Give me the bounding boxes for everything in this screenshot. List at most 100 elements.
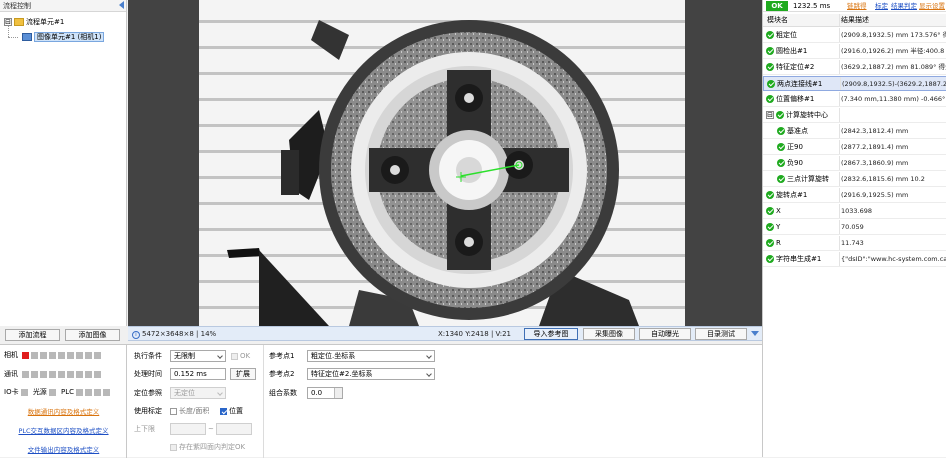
result-row[interactable]: 负90 (2867.3,1860.9) mm: [763, 156, 946, 171]
result-module-label: 基准点: [787, 127, 808, 135]
result-row[interactable]: 旋转点#1 (2916.9,1925.5) mm: [763, 188, 946, 203]
status-indicator: [67, 351, 74, 359]
combo-coef-label: 组合系数: [269, 389, 297, 397]
upper-limit-field[interactable]: [216, 423, 252, 435]
limit-label: 上下限: [134, 425, 155, 433]
comm-status-row: 通讯: [4, 369, 101, 379]
in-frame-checkbox[interactable]: 存在紫四面内判定OK: [170, 441, 245, 453]
lower-limit-field[interactable]: [170, 423, 206, 435]
result-value-cell: (2832.6,1815.6) mm 10.2: [841, 175, 925, 183]
io-status-panel: 相机 通讯 IO卡 光源 PLC 数据通讯内容及格式定义 PLC交互数据区内容及…: [0, 345, 127, 458]
result-row[interactable]: Y 70.059: [763, 220, 946, 235]
pos-ref-select[interactable]: 无定位: [170, 387, 226, 399]
status-indicator: [85, 370, 92, 378]
ref2-select[interactable]: 特征定位#2.坐标系: [307, 368, 435, 380]
tree-toggle-icon[interactable]: ⊟: [4, 18, 12, 26]
info-icon: i: [132, 331, 140, 339]
auto-exposure-button[interactable]: 自动曝光: [639, 328, 691, 340]
result-row[interactable]: 字符串生成#1 {"dsID":"www.hc-system.com.can: [763, 252, 946, 267]
ref1-select[interactable]: 粗定位.坐标系: [307, 350, 435, 362]
result-module-label: R: [776, 239, 781, 247]
position-checkbox[interactable]: 位置: [220, 405, 243, 417]
ref2-label: 参考点2: [269, 370, 295, 378]
ok-checkbox[interactable]: OK: [231, 350, 250, 362]
status-indicator: [40, 370, 47, 378]
spinner-arrows-icon[interactable]: [334, 388, 342, 398]
file-output-format-link[interactable]: 文件输出内容及格式定义: [0, 444, 127, 454]
plc-format-link[interactable]: PLC交互数据区内容及格式定义: [0, 425, 127, 435]
status-indicator: [94, 351, 101, 359]
image-viewer[interactable]: [128, 0, 762, 326]
status-indicator: [58, 351, 65, 359]
ref1-label: 参考点1: [269, 352, 295, 360]
result-row[interactable]: 基准点 (2842.3,1812.4) mm: [763, 124, 946, 139]
proc-time-field[interactable]: 0.152 ms: [170, 368, 226, 380]
status-indicator: [85, 351, 92, 359]
result-value-cell: (2916.0,1926.2) mm 半径:400.8: [841, 47, 945, 55]
status-indicator: [76, 351, 83, 359]
result-module-cell: X: [766, 204, 781, 218]
ok-check-icon: [766, 191, 774, 199]
ok-check-icon: [777, 127, 785, 135]
tree-node-flow-unit[interactable]: ⊟ 流程单元#1: [4, 16, 64, 28]
expand-button[interactable]: 扩展: [230, 368, 256, 380]
status-indicator: [94, 388, 102, 396]
result-module-cell: 基准点: [777, 124, 808, 138]
chevron-down-icon: [217, 390, 223, 396]
result-row[interactable]: ⊟ 计算旋转中心: [763, 108, 946, 123]
collapse-arrow-icon[interactable]: [119, 1, 124, 9]
result-row[interactable]: 粗定位 (2909.8,1932.5) mm 173.576° 得: [763, 28, 946, 43]
result-module-cell: 旋转点#1: [766, 188, 807, 202]
ok-check-icon: [777, 143, 785, 151]
in-frame-label: 存在紫四面内判定OK: [179, 443, 246, 451]
directory-test-button[interactable]: 目录测试: [695, 328, 747, 340]
display-settings-link[interactable]: 显示设置: [919, 1, 945, 11]
pos-ref-label: 定位参照: [134, 389, 162, 397]
add-flow-button[interactable]: 添加流程: [5, 329, 60, 341]
ok-check-icon: [767, 80, 775, 88]
result-row[interactable]: X 1033.698: [763, 204, 946, 219]
capture-image-button[interactable]: 采集图像: [583, 328, 635, 340]
calib-link[interactable]: 标定: [875, 1, 888, 11]
ok-status-badge: OK: [766, 1, 788, 11]
status-indicator: [76, 370, 83, 378]
result-module-label: 字符串生成#1: [776, 255, 822, 263]
status-indicator: [67, 370, 74, 378]
result-value-cell: (3629.2,1887.2) mm 81.089° 得分: [841, 63, 946, 71]
result-row[interactable]: 两点连接线#1 (2909.8,1932.5)-(3629.2,1887.2): [763, 76, 946, 91]
import-reference-button[interactable]: 导入参考图: [524, 328, 578, 340]
result-value-cell: (2867.3,1860.9) mm: [841, 159, 909, 167]
status-indicator: [58, 370, 65, 378]
status-indicator: [76, 388, 84, 396]
limit-separator: ~: [208, 425, 214, 433]
result-row[interactable]: 三点计算旋转 (2832.6,1815.6) mm 10.2: [763, 172, 946, 187]
tree-node-image-unit[interactable]: 图像单元#1 (相机1): [20, 31, 105, 43]
camera-label: 相机: [4, 351, 18, 359]
expand-arrow-icon[interactable]: [751, 331, 759, 336]
result-module-label: 特征定位#2: [776, 63, 815, 71]
jump-link[interactable]: 链跳得: [847, 1, 867, 11]
result-row[interactable]: R 11.743: [763, 236, 946, 251]
add-image-button[interactable]: 添加图像: [65, 329, 120, 341]
ok-check-icon: [766, 63, 774, 71]
result-row[interactable]: 圆检出#1 (2916.0,1926.2) mm 半径:400.8: [763, 44, 946, 59]
combo-coef-spinner[interactable]: 0.0: [307, 387, 343, 399]
result-judge-link[interactable]: 结果判定: [891, 1, 917, 11]
checkbox-icon: [170, 407, 177, 415]
pos-ref-value: 无定位: [174, 389, 195, 397]
group-toggle-icon[interactable]: ⊟: [766, 111, 774, 119]
data-comm-format-link[interactable]: 数据通讯内容及格式定义: [0, 406, 127, 416]
ok-check-icon: [766, 239, 774, 247]
result-row[interactable]: 正90 (2877.2,1891.4) mm: [763, 140, 946, 155]
cycle-time: 1232.5 ms: [793, 2, 831, 10]
result-module-cell: 字符串生成#1: [766, 252, 822, 266]
result-row[interactable]: 特征定位#2 (3629.2,1887.2) mm 81.089° 得分: [763, 60, 946, 75]
result-value-cell: 70.059: [841, 223, 864, 231]
result-value-cell: {"dsID":"www.hc-system.com.can: [841, 255, 946, 263]
result-row[interactable]: 位置偏移#1 (7.340 mm,11.380 mm) -0.466° D: [763, 92, 946, 107]
result-value-cell: 11.743: [841, 239, 864, 247]
io-card-label: IO卡: [4, 388, 19, 396]
len-area-checkbox[interactable]: 长度/面积: [170, 405, 209, 417]
exec-condition-select[interactable]: 无限制: [170, 350, 226, 362]
ok-check-icon: [766, 255, 774, 263]
